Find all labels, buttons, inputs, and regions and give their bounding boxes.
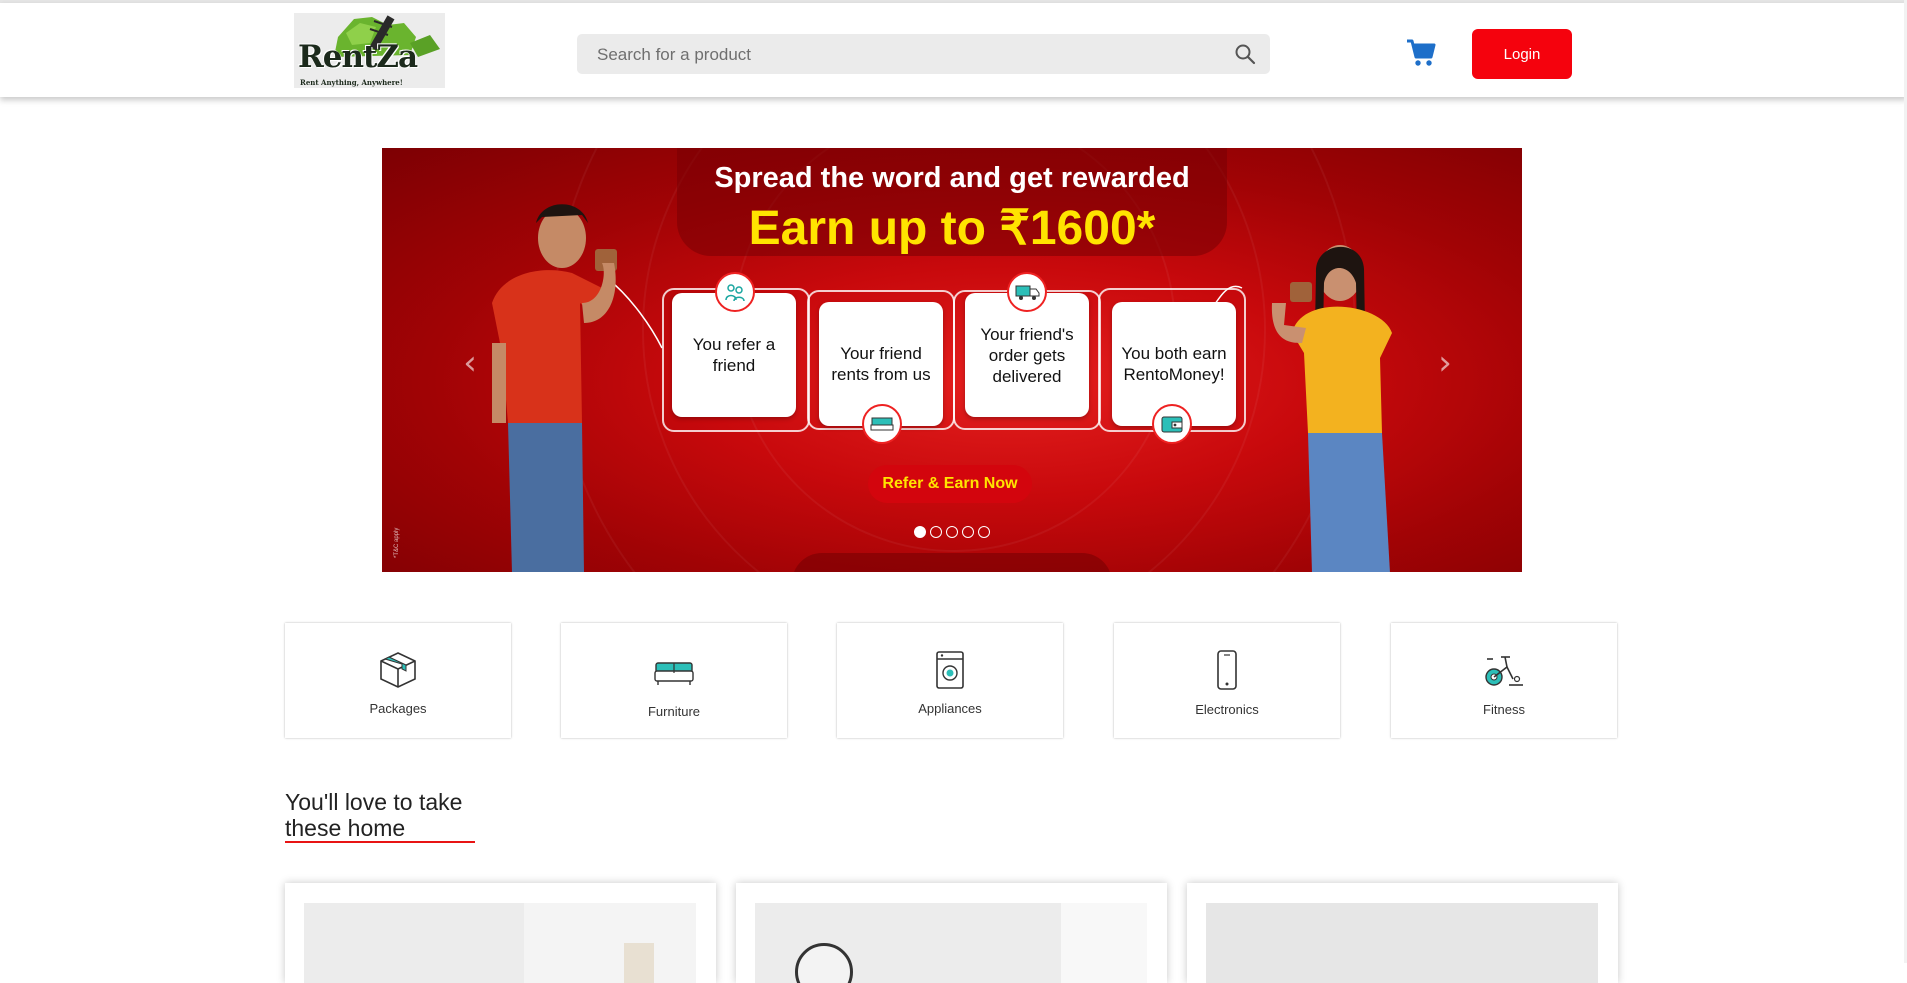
promo-banner[interactable]: Spread the word and get rewarded Earn up…	[382, 148, 1522, 572]
category-appliances[interactable]: Appliances	[837, 623, 1063, 738]
cart-icon[interactable]	[1405, 36, 1437, 68]
package-icon	[380, 652, 416, 688]
category-packages[interactable]: Packages	[285, 623, 511, 738]
carousel-dot[interactable]	[946, 526, 958, 538]
chevron-right-icon[interactable]: ›	[1430, 346, 1460, 380]
category-electronics[interactable]: Electronics	[1114, 623, 1340, 738]
phone-icon	[1217, 650, 1237, 690]
section-title-line: these home	[285, 815, 406, 841]
sofa-icon	[654, 662, 694, 685]
bed-icon	[862, 404, 902, 444]
category-fitness[interactable]: Fitness	[1391, 623, 1617, 738]
category-furniture[interactable]: Furniture	[561, 623, 787, 738]
search-icon[interactable]	[1234, 43, 1256, 65]
carousel-dot[interactable]	[914, 526, 926, 538]
refer-earn-button[interactable]: Refer & Earn Now	[868, 465, 1032, 503]
delivery-truck-icon	[1007, 272, 1047, 312]
site-header: RentZa Rent Anything, Anywhere! Login	[0, 3, 1907, 97]
chevron-left-icon[interactable]: ‹	[455, 346, 485, 380]
product-card[interactable]	[285, 883, 716, 983]
refer-friends-icon	[715, 272, 755, 312]
search-input[interactable]	[595, 34, 1219, 76]
section-title: You'll love to take these home	[285, 789, 462, 841]
category-label: Packages	[369, 701, 427, 716]
section-title-line: You'll love to take	[285, 789, 463, 815]
carousel-dot[interactable]	[930, 526, 942, 538]
search-bar	[577, 34, 1270, 76]
product-image	[304, 903, 696, 983]
product-image	[755, 903, 1147, 983]
product-image	[1206, 903, 1598, 983]
product-card[interactable]	[736, 883, 1167, 983]
category-label: Furniture	[647, 704, 701, 719]
wallet-icon	[1152, 404, 1192, 444]
site-logo[interactable]: RentZa Rent Anything, Anywhere!	[294, 13, 445, 88]
logo-tagline: Rent Anything, Anywhere!	[300, 78, 403, 87]
woman-with-cup-illustration	[1271, 245, 1392, 572]
man-with-cup-illustration	[492, 204, 617, 572]
logo-brand-text: RentZa	[298, 39, 418, 75]
terms-note: *T&C apply	[394, 527, 400, 558]
carousel-dot[interactable]	[962, 526, 974, 538]
section-underline	[285, 841, 475, 843]
category-label: Fitness	[1483, 702, 1525, 717]
carousel-dot[interactable]	[978, 526, 990, 538]
exercise-bike-icon	[1485, 656, 1523, 686]
product-card[interactable]	[1187, 883, 1618, 983]
carousel-dots	[914, 526, 990, 538]
category-label: Appliances	[918, 701, 982, 716]
appliance-icon	[936, 651, 964, 689]
login-button[interactable]: Login	[1472, 29, 1572, 79]
category-label: Electronics	[1195, 702, 1259, 717]
